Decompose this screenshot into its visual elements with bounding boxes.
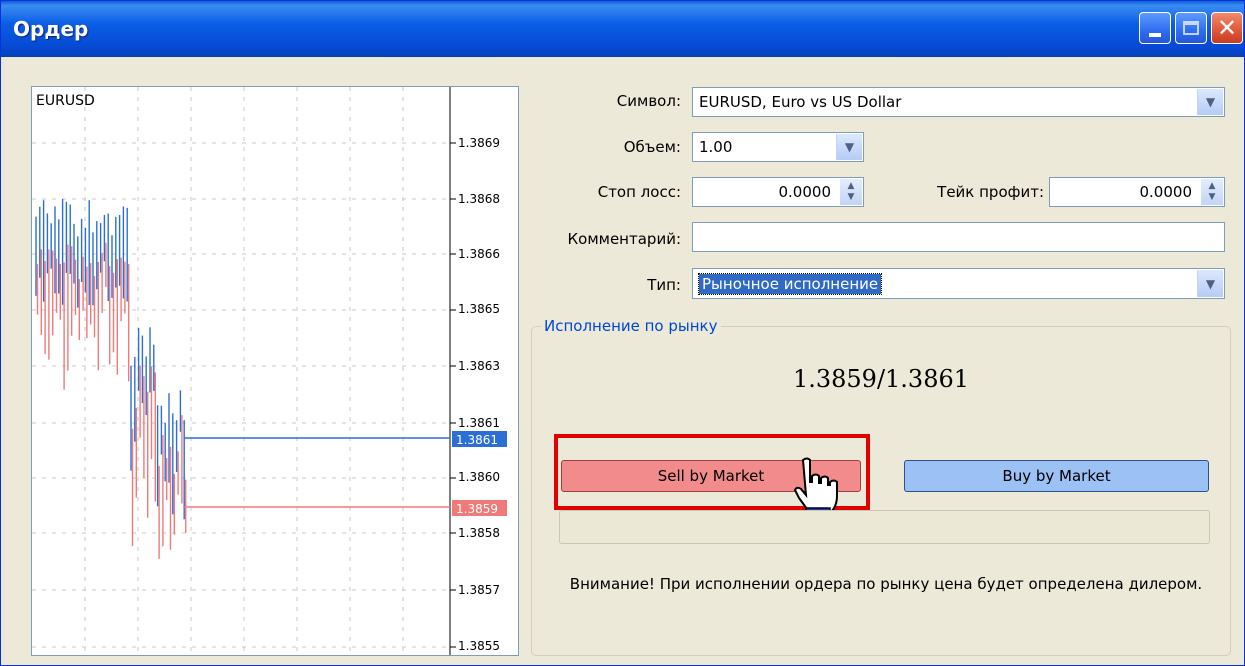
price-tick-label: 1.3869 — [458, 136, 500, 150]
volume-combobox[interactable]: 1.00 ▼ — [692, 132, 864, 162]
symbol-label: Символ: — [616, 92, 681, 110]
symbol-value: EURUSD, Euro vs US Dollar — [699, 93, 902, 111]
volume-label: Объем: — [623, 138, 681, 156]
takeprofit-input[interactable]: 0.0000 ▲ ▼ — [1049, 177, 1225, 207]
price-tick-label: 1.3855 — [458, 639, 500, 653]
chevron-down-icon[interactable]: ▼ — [836, 134, 862, 160]
close-button[interactable]: ✕ — [1211, 12, 1243, 44]
takeprofit-label: Тейк профит: — [937, 183, 1044, 201]
title-bar[interactable]: Ордер ✕ — [1, 1, 1244, 57]
chart-canvas: 1.3869 1.3868 1.3866 1.3865 1.3863 1.3861 1.38… — [32, 87, 507, 655]
price-tick-label: 1.3866 — [458, 247, 500, 261]
buy-by-market-button[interactable]: Buy by Market — [904, 460, 1209, 492]
stoploss-label: Стоп лосс: — [597, 183, 681, 201]
price-tick-label: 1.3857 — [458, 583, 500, 597]
price-tick-label: 1.3860 — [458, 470, 500, 484]
bid-ask-price: 1.3859/1.3861 — [792, 365, 970, 393]
spinner-icon[interactable]: ▲ ▼ — [840, 179, 862, 205]
price-tick-label: 1.3868 — [458, 192, 500, 206]
price-tick-label: 1.3863 — [458, 359, 500, 373]
volume-value: 1.00 — [699, 138, 733, 156]
takeprofit-value: 0.0000 — [1139, 183, 1193, 201]
execution-progress-bar — [559, 510, 1210, 544]
window-title: Ордер — [13, 17, 89, 41]
chart-symbol-label: EURUSD — [36, 93, 95, 109]
type-value: Рыночное исполнение — [697, 272, 883, 295]
comment-label: Комментарий: — [567, 230, 682, 248]
minimize-icon — [1149, 33, 1161, 37]
price-tick-label: 1.3865 — [458, 302, 500, 316]
comment-input[interactable] — [692, 222, 1225, 252]
order-window: Ордер ✕ 1.3869 1.3868 1.3866 1.3865 1.3863 1.… — [0, 0, 1245, 666]
stoploss-input[interactable]: 0.0000 ▲ ▼ — [692, 177, 864, 207]
maximize-button[interactable] — [1175, 12, 1207, 44]
symbol-select[interactable]: EURUSD, Euro vs US Dollar ▼ — [692, 87, 1225, 117]
price-chart: 1.3869 1.3868 1.3866 1.3865 1.3863 1.3861 1.38… — [31, 86, 519, 656]
chevron-down-icon[interactable]: ▼ — [1197, 270, 1223, 297]
type-label: Тип: — [647, 276, 681, 294]
bid-price-label: 1.3859 — [456, 502, 498, 516]
group-title: Исполнение по рынку — [541, 317, 721, 335]
stoploss-value: 0.0000 — [778, 183, 832, 201]
price-tick-label: 1.3861 — [458, 416, 500, 430]
price-tick-label: 1.3858 — [458, 526, 500, 540]
spinner-icon[interactable]: ▲ ▼ — [1201, 179, 1223, 205]
buy-button-label: Buy by Market — [1002, 467, 1111, 485]
close-icon: ✕ — [1216, 14, 1238, 42]
maximize-icon — [1183, 21, 1199, 35]
minimize-button[interactable] — [1139, 12, 1171, 44]
execution-notice: Внимание! При исполнении ордера по рынку… — [569, 575, 1203, 593]
chevron-down-icon[interactable]: ▼ — [1197, 89, 1223, 115]
type-select[interactable]: Рыночное исполнение ▼ — [692, 268, 1225, 299]
ask-price-label: 1.3861 — [456, 433, 498, 447]
